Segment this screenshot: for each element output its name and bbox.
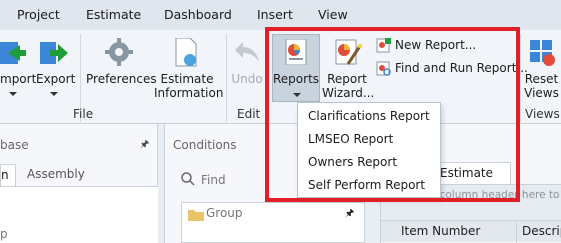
estimate-information-label-1: Estimate: [160, 72, 214, 86]
export-label: Export: [36, 72, 76, 86]
preferences-label: Preferences: [86, 72, 157, 86]
column-header-description[interactable]: Descrip: [522, 224, 561, 238]
undo-icon: [235, 42, 259, 62]
menu-bar: Project Estimate Dashboard Insert View: [0, 0, 561, 30]
group-label-views: Views: [525, 107, 560, 121]
ribbon-separator: [520, 34, 521, 122]
import-label: mport: [0, 72, 37, 86]
left-panel-text: p: [0, 227, 8, 241]
menu-estimate[interactable]: Estimate: [86, 7, 141, 22]
export-caret-icon: [50, 92, 58, 96]
pin-icon[interactable]: 🖈: [345, 206, 354, 223]
estimate-information-label-2: Information: [154, 86, 224, 100]
conditions-group-area: Group 🖈: [181, 202, 365, 243]
group-label: Group: [206, 206, 243, 220]
reset-views-button[interactable]: Reset Views: [522, 36, 561, 102]
tab-active[interactable]: n: [0, 164, 16, 186]
column-header-item-number[interactable]: Item Number: [401, 224, 480, 238]
reset-views-icon: [530, 40, 555, 66]
highlight-box: [265, 27, 520, 202]
column-divider[interactable]: [516, 221, 517, 243]
group-label-edit: Edit: [237, 107, 261, 121]
group-label-file: File: [73, 107, 94, 121]
export-button[interactable]: Export: [36, 36, 76, 102]
ribbon-separator: [226, 34, 227, 122]
pin-icon[interactable]: 🖈: [140, 137, 149, 154]
grid-header: Item Number Descrip: [381, 220, 561, 243]
tab-active-label: n: [1, 168, 9, 182]
left-panel: base 🖈 n Assembly p: [0, 124, 158, 243]
find-placeholder: Find: [201, 173, 226, 187]
folder-icon: [188, 210, 204, 221]
gear-icon: [105, 38, 133, 66]
search-icon: [181, 172, 195, 186]
menu-view[interactable]: View: [318, 7, 348, 22]
reset-views-label-1: Reset: [524, 72, 559, 86]
menu-project[interactable]: Project: [17, 7, 60, 22]
estimate-information-button[interactable]: Estimate Information: [154, 36, 224, 102]
preferences-button[interactable]: Preferences: [86, 36, 157, 98]
import-caret-icon: [9, 92, 17, 96]
document-gear-icon: [175, 38, 197, 67]
tab-assembly[interactable]: Assembly: [27, 167, 85, 181]
import-icon: [0, 42, 26, 64]
left-panel-body: p: [0, 186, 158, 243]
export-icon: [40, 42, 68, 64]
undo-label: Undo: [231, 72, 263, 86]
undo-button[interactable]: Undo: [229, 36, 265, 98]
conditions-panel-title: Conditions: [173, 138, 237, 152]
menu-dashboard[interactable]: Dashboard: [164, 7, 232, 22]
import-button[interactable]: mport: [0, 36, 37, 102]
menu-insert[interactable]: Insert: [257, 7, 293, 22]
reset-views-label-2: Views: [524, 86, 559, 100]
left-panel-title: base: [0, 138, 29, 152]
